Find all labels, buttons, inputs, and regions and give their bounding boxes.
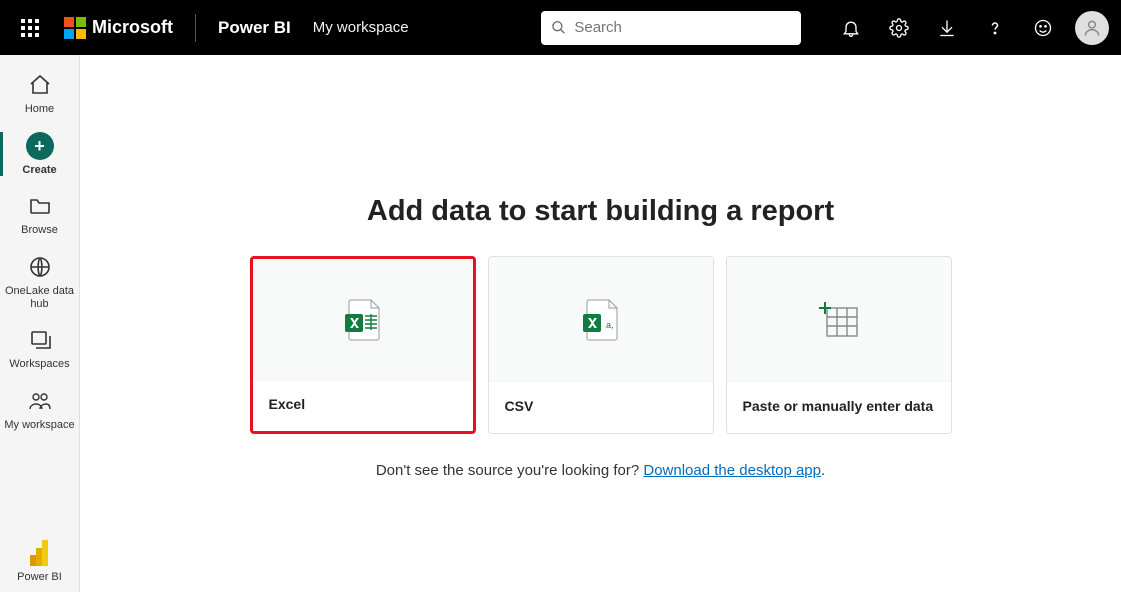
question-icon — [985, 18, 1005, 38]
help-text: Don't see the source you're looking for?… — [376, 462, 825, 479]
search-box[interactable] — [541, 11, 801, 45]
help-text-suffix: . — [821, 462, 825, 479]
sidebar-item-powerbi[interactable]: Power BI — [0, 531, 79, 592]
download-button[interactable] — [927, 8, 967, 48]
sidebar-item-label: Home — [25, 103, 54, 116]
feedback-button[interactable] — [1023, 8, 1063, 48]
bell-icon — [841, 18, 861, 38]
people-icon — [28, 389, 52, 413]
folder-icon — [28, 194, 52, 218]
sidebar-item-label: Power BI — [17, 571, 62, 584]
smiley-icon — [1033, 18, 1053, 38]
home-icon — [28, 73, 52, 97]
sidebar-item-my-workspace[interactable]: My workspace — [0, 379, 79, 440]
divider — [195, 14, 196, 42]
sidebar-item-workspaces[interactable]: Workspaces — [0, 318, 79, 379]
app-name: Power BI — [218, 18, 291, 38]
gear-icon — [889, 18, 909, 38]
sidebar-item-browse[interactable]: Browse — [0, 184, 79, 245]
card-excel[interactable]: Excel — [250, 256, 476, 434]
help-text-prefix: Don't see the source you're looking for? — [376, 462, 644, 479]
data-source-cards: Excel a, CSV — [250, 256, 952, 434]
download-desktop-link[interactable]: Download the desktop app — [643, 462, 821, 479]
sidebar-item-onelake[interactable]: OneLake data hub — [0, 245, 79, 318]
workspaces-icon — [28, 328, 52, 352]
brand-text: Microsoft — [92, 17, 173, 38]
sidebar: Home + Create Browse OneLake data hub — [0, 55, 80, 592]
microsoft-logo: Microsoft — [64, 17, 173, 39]
sidebar-item-label: Workspaces — [9, 358, 69, 371]
sidebar-item-home[interactable]: Home — [0, 63, 79, 124]
page-title: Add data to start building a report — [367, 195, 834, 228]
notifications-button[interactable] — [831, 8, 871, 48]
settings-button[interactable] — [879, 8, 919, 48]
sidebar-item-create[interactable]: + Create — [0, 124, 79, 185]
search-icon — [551, 19, 566, 36]
sidebar-item-label: OneLake data hub — [2, 285, 77, 310]
card-csv[interactable]: a, CSV — [488, 256, 714, 434]
excel-file-icon — [343, 298, 383, 342]
microsoft-logo-icon — [64, 17, 86, 39]
sidebar-item-label: Browse — [21, 224, 58, 237]
workspace-breadcrumb[interactable]: My workspace — [313, 19, 409, 36]
top-icon-group — [831, 8, 1109, 48]
plus-circle-icon: + — [26, 132, 54, 160]
card-paste-data[interactable]: Paste or manually enter data — [726, 256, 952, 434]
onelake-icon — [28, 255, 52, 279]
search-input[interactable] — [574, 19, 791, 36]
content: Add data to start building a report — [80, 55, 1121, 592]
svg-text:a,: a, — [606, 320, 614, 330]
power-bi-icon — [30, 540, 50, 566]
card-label: Paste or manually enter data — [727, 383, 951, 433]
card-label: Excel — [253, 381, 473, 431]
table-add-icon — [817, 300, 861, 340]
card-label: CSV — [489, 383, 713, 433]
help-button[interactable] — [975, 8, 1015, 48]
account-avatar[interactable] — [1075, 11, 1109, 45]
person-icon — [1082, 18, 1102, 38]
csv-file-icon: a, — [581, 298, 621, 342]
sidebar-item-label: My workspace — [4, 419, 74, 432]
waffle-icon — [21, 19, 39, 37]
sidebar-item-label: Create — [22, 164, 56, 177]
app-launcher-button[interactable] — [12, 10, 48, 46]
topbar: Microsoft Power BI My workspace — [0, 0, 1121, 55]
download-icon — [937, 18, 957, 38]
